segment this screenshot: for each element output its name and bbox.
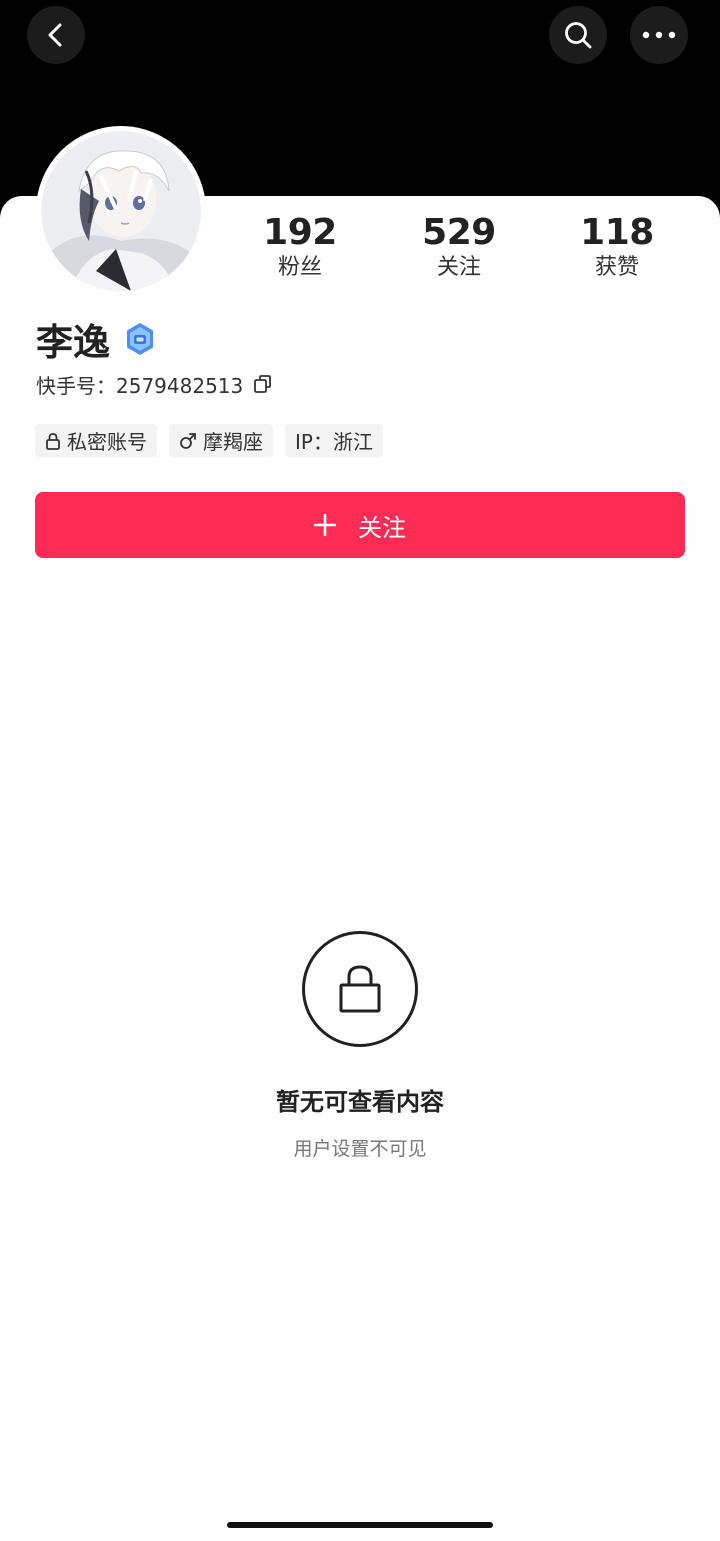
- plus-icon: [314, 514, 336, 536]
- lock-icon: [46, 432, 60, 450]
- avatar-image: [41, 131, 201, 291]
- stat-following[interactable]: 529 关注: [399, 212, 519, 282]
- chevron-left-icon: [48, 23, 62, 47]
- tag-label: 私密账号: [67, 430, 147, 454]
- verified-badge-icon[interactable]: [124, 322, 156, 356]
- follow-button[interactable]: 关注: [35, 492, 685, 558]
- empty-state-lock: [302, 931, 418, 1047]
- profile-name: 李逸: [36, 321, 110, 364]
- name-row: 李逸: [36, 316, 156, 364]
- back-button[interactable]: [27, 6, 85, 64]
- more-horizontal-icon: [642, 31, 676, 39]
- avatar[interactable]: [36, 126, 206, 296]
- more-button[interactable]: [630, 6, 688, 64]
- stat-likes[interactable]: 118 获赞: [557, 212, 677, 282]
- stat-label: 获赞: [594, 255, 639, 280]
- tag-label: IP：浙江: [295, 430, 373, 454]
- empty-state-subtitle: 用户设置不可见: [293, 1138, 427, 1160]
- stat-followers[interactable]: 192 粉丝: [240, 212, 360, 282]
- stat-value: 529: [422, 212, 496, 253]
- tag-label: 摩羯座: [203, 430, 263, 454]
- male-icon: [180, 432, 196, 449]
- copy-icon[interactable]: [253, 374, 273, 394]
- stat-label: 关注: [436, 255, 481, 280]
- empty-state-title: 暂无可查看内容: [276, 1088, 444, 1116]
- tag-private-account: 私密账号: [35, 424, 157, 457]
- stat-value: 192: [263, 212, 337, 253]
- home-indicator: [227, 1522, 493, 1528]
- user-id-row: 快手号：2579482513: [36, 370, 273, 398]
- lock-icon: [339, 965, 381, 1013]
- tag-ip-location: IP：浙江: [285, 424, 383, 457]
- stat-label: 粉丝: [277, 255, 322, 280]
- follow-button-label: 关注: [358, 513, 406, 542]
- profile-stats: 192 粉丝 529 关注 118 获赞: [220, 212, 700, 292]
- tag-zodiac: 摩羯座: [169, 424, 273, 457]
- stat-value: 118: [580, 212, 654, 253]
- profile-tags: 私密账号 摩羯座 IP：浙江: [35, 424, 383, 457]
- user-id-text: 快手号：2579482513: [36, 373, 244, 398]
- search-button[interactable]: [549, 6, 607, 64]
- search-icon: [565, 22, 592, 49]
